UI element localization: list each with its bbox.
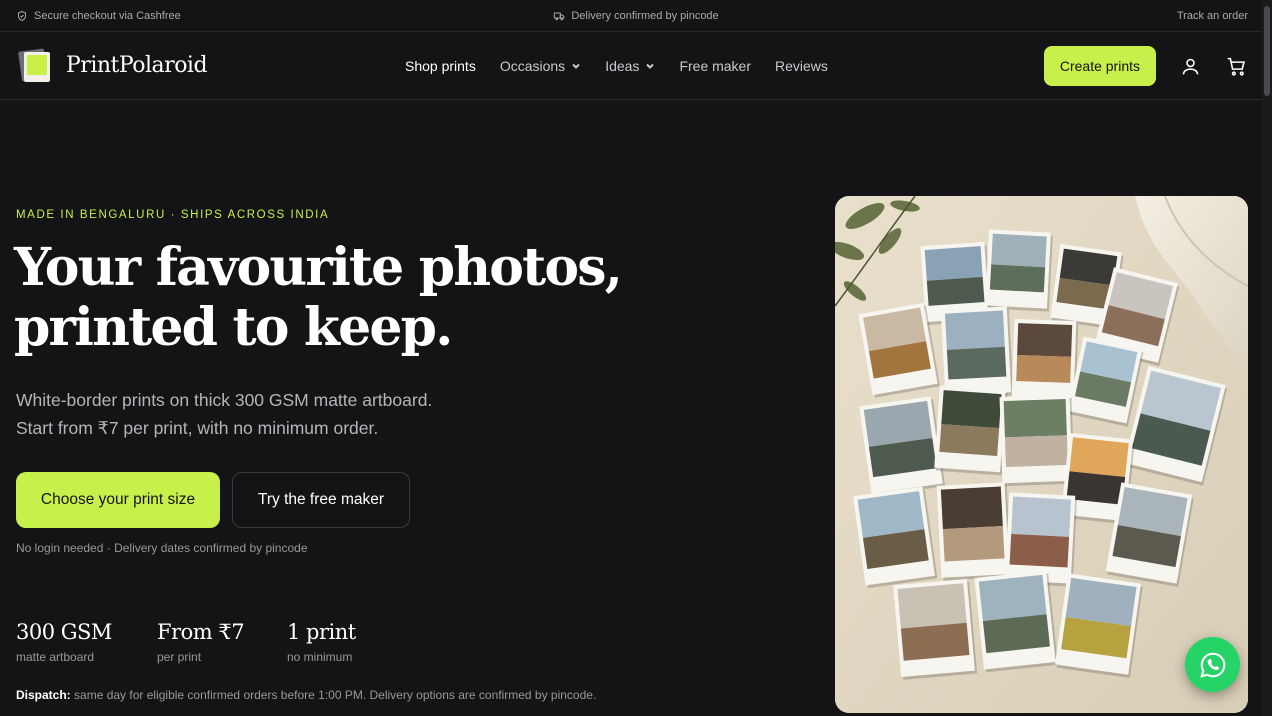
chevron-down-icon <box>646 63 655 69</box>
stat-gsm: 300 GSM matte artboard <box>16 620 157 664</box>
secure-checkout-text: Secure checkout via Cashfree <box>34 9 181 22</box>
cta-note: No login needed · Delivery dates confirm… <box>16 541 308 555</box>
nav-label: Ideas <box>605 58 640 74</box>
nav-label: Free maker <box>679 58 752 74</box>
brand-logo[interactable]: PrintPolaroid <box>18 47 208 82</box>
brand-name: PrintPolaroid <box>66 53 208 78</box>
cart-icon <box>1227 57 1245 76</box>
shield-icon <box>18 10 26 21</box>
choose-print-size-button[interactable]: Choose your print size <box>16 472 220 528</box>
hero-eyebrow: MADE IN BENGALURU · SHIPS ACROSS INDIA <box>16 209 330 221</box>
headline-line-1: Your favourite photos, <box>14 237 623 298</box>
nav-label: Occasions <box>499 58 566 74</box>
hero-cta-row: Choose your print size Try the free make… <box>16 472 410 528</box>
nav-label: Shop prints <box>405 58 476 74</box>
chevron-down-icon <box>572 63 580 69</box>
header-actions: Create prints <box>1043 32 1248 100</box>
stat-value: 1 print <box>287 620 356 644</box>
cart-button[interactable] <box>1224 54 1248 78</box>
stat-label: per print <box>157 650 202 664</box>
whatsapp-chat-button[interactable] <box>1185 637 1240 692</box>
site-header: PrintPolaroid Shop prints Occasions Idea… <box>0 32 1272 100</box>
nav-reviews[interactable]: Reviews <box>775 58 828 74</box>
truck-icon <box>553 12 565 20</box>
dispatch-text: same day for eligible confirmed orders b… <box>74 688 597 702</box>
main-nav: Shop prints Occasions Ideas Free maker R… <box>405 32 828 100</box>
stat-label: matte artboard <box>16 650 95 664</box>
whatsapp-icon <box>1199 652 1225 678</box>
nav-shop-prints[interactable]: Shop prints <box>405 58 476 74</box>
nav-occasions[interactable]: Occasions <box>500 58 581 74</box>
stat-value: 300 GSM <box>16 620 112 644</box>
hero-subheading: White-border prints on thick 300 GSM mat… <box>16 386 576 442</box>
delivery-notice-text: Delivery confirmed by pincode <box>571 9 719 22</box>
stat-price: From ₹7 per print <box>157 620 287 664</box>
subheading-line-2: Start from ₹7 per print, with no minimum… <box>16 418 379 438</box>
user-icon <box>1182 58 1198 74</box>
create-prints-button[interactable]: Create prints <box>1043 46 1156 86</box>
announcement-bar: Secure checkout via Cashfree Delivery co… <box>0 0 1272 32</box>
account-button[interactable] <box>1178 54 1202 78</box>
polaroid-logo-icon <box>18 47 52 82</box>
hero-polaroid-collage-image <box>835 196 1248 713</box>
headline-line-2: printed to keep. <box>14 297 453 358</box>
secure-checkout-notice: Secure checkout via Cashfree <box>16 10 181 22</box>
page-scrollbar[interactable] <box>1262 0 1272 716</box>
nav-label: Reviews <box>775 58 828 74</box>
stat-value: From ₹7 <box>157 620 245 644</box>
nav-free-maker[interactable]: Free maker <box>679 58 751 74</box>
track-order-link[interactable]: Track an order <box>1177 10 1248 22</box>
nav-ideas[interactable]: Ideas <box>605 58 655 74</box>
subheading-line-1: White-border prints on thick 300 GSM mat… <box>16 390 433 410</box>
try-free-maker-button[interactable]: Try the free maker <box>232 472 410 528</box>
hero-headline: Your favourite photos, printed to keep. <box>14 238 714 358</box>
delivery-notice: Delivery confirmed by pincode <box>553 9 719 22</box>
stat-label: no minimum <box>287 650 353 664</box>
stat-minimum: 1 print no minimum <box>287 620 407 664</box>
hero-stats: 300 GSM matte artboard From ₹7 per print… <box>16 620 407 664</box>
dispatch-label: Dispatch: <box>16 688 71 702</box>
dispatch-info: Dispatch: same day for eligible confirme… <box>16 688 596 702</box>
